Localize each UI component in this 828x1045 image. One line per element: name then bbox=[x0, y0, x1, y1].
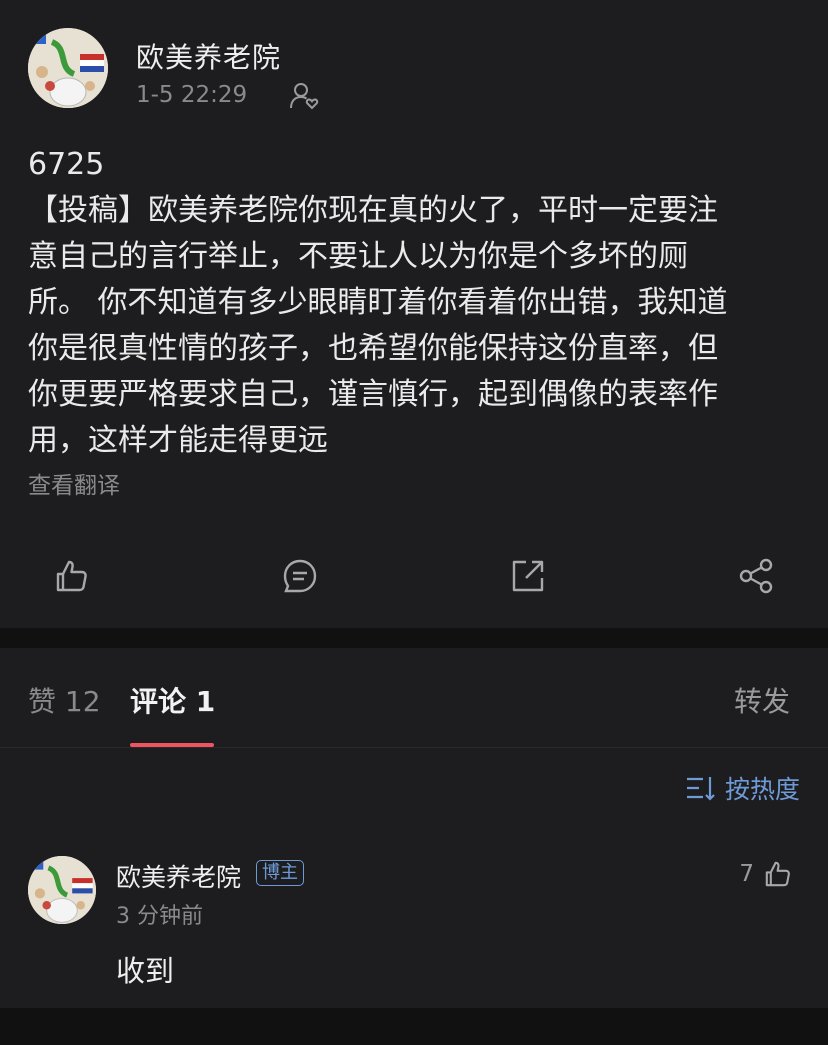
view-translation-link[interactable]: 查看翻译 bbox=[28, 466, 120, 500]
post-text-line: 意自己的言行举止，不要让人以为你是个多坏的厕 bbox=[28, 239, 688, 274]
thumbs-up-icon bbox=[56, 560, 87, 592]
post-text-line: 你是很真性情的孩子，也希望你能保持这份直率，但 bbox=[28, 331, 718, 366]
share-button[interactable] bbox=[736, 556, 776, 596]
user-heart-icon[interactable] bbox=[288, 80, 320, 112]
comment-author-name[interactable]: 欧美养老院 bbox=[116, 858, 241, 894]
like-button[interactable] bbox=[52, 556, 92, 596]
post-author-avatar[interactable] bbox=[28, 28, 108, 108]
post-card: 欧美养老院 1-5 22:29 6725 【投稿】欧美养老院你现在真的火了，平时… bbox=[0, 0, 828, 628]
post-text-line: 【投稿】欧美养老院你现在真的火了，平时一定要注 bbox=[28, 193, 718, 228]
author-badge: 博主 bbox=[256, 860, 304, 886]
sort-lines-icon bbox=[686, 777, 715, 801]
repost-button[interactable] bbox=[508, 556, 548, 596]
post-text-line: 6725 bbox=[28, 147, 105, 182]
thumbs-up-icon bbox=[765, 861, 790, 887]
tab-likes[interactable]: 赞 12 bbox=[28, 680, 101, 720]
comment-like-button[interactable]: 7 bbox=[739, 858, 794, 890]
post-author-name[interactable]: 欧美养老院 bbox=[136, 36, 281, 76]
post-timestamp: 1-5 22:29 bbox=[136, 82, 248, 108]
tab-bar: 赞 12 评论 1 转发 bbox=[0, 648, 828, 748]
post-text-line: 用，这样才能走得更远 bbox=[28, 423, 328, 458]
post-text-line: 所。 你不知道有多少眼睛盯着你看着你出错，我知道 bbox=[28, 285, 728, 320]
comment-text: 收到 bbox=[116, 954, 175, 988]
share-nodes-icon bbox=[739, 558, 773, 594]
post-text-line: 你更要严格要求自己，谨言慎行，起到偶像的表率作 bbox=[28, 377, 718, 412]
active-tab-indicator bbox=[130, 743, 214, 747]
comment-author-avatar[interactable] bbox=[28, 856, 96, 924]
sort-label: 按热度 bbox=[724, 775, 800, 804]
comment-button[interactable] bbox=[280, 556, 320, 596]
comment-like-count: 7 bbox=[739, 861, 754, 887]
comment-bubble-icon bbox=[283, 559, 317, 593]
post-content: 6725 【投稿】欧美养老院你现在真的火了，平时一定要注 意自己的言行举止，不要… bbox=[28, 142, 798, 464]
sort-by-hot-button[interactable]: 按热度 bbox=[685, 770, 800, 806]
tab-reposts[interactable]: 转发 bbox=[734, 680, 790, 720]
comment-item: 欧美养老院 博主 3 分钟前 收到 7 bbox=[0, 828, 828, 1008]
comment-timestamp: 3 分钟前 bbox=[116, 904, 203, 929]
tab-comments[interactable]: 评论 1 bbox=[130, 680, 215, 720]
repost-arrow-icon bbox=[512, 560, 544, 592]
sort-bar: 按热度 bbox=[0, 748, 828, 828]
